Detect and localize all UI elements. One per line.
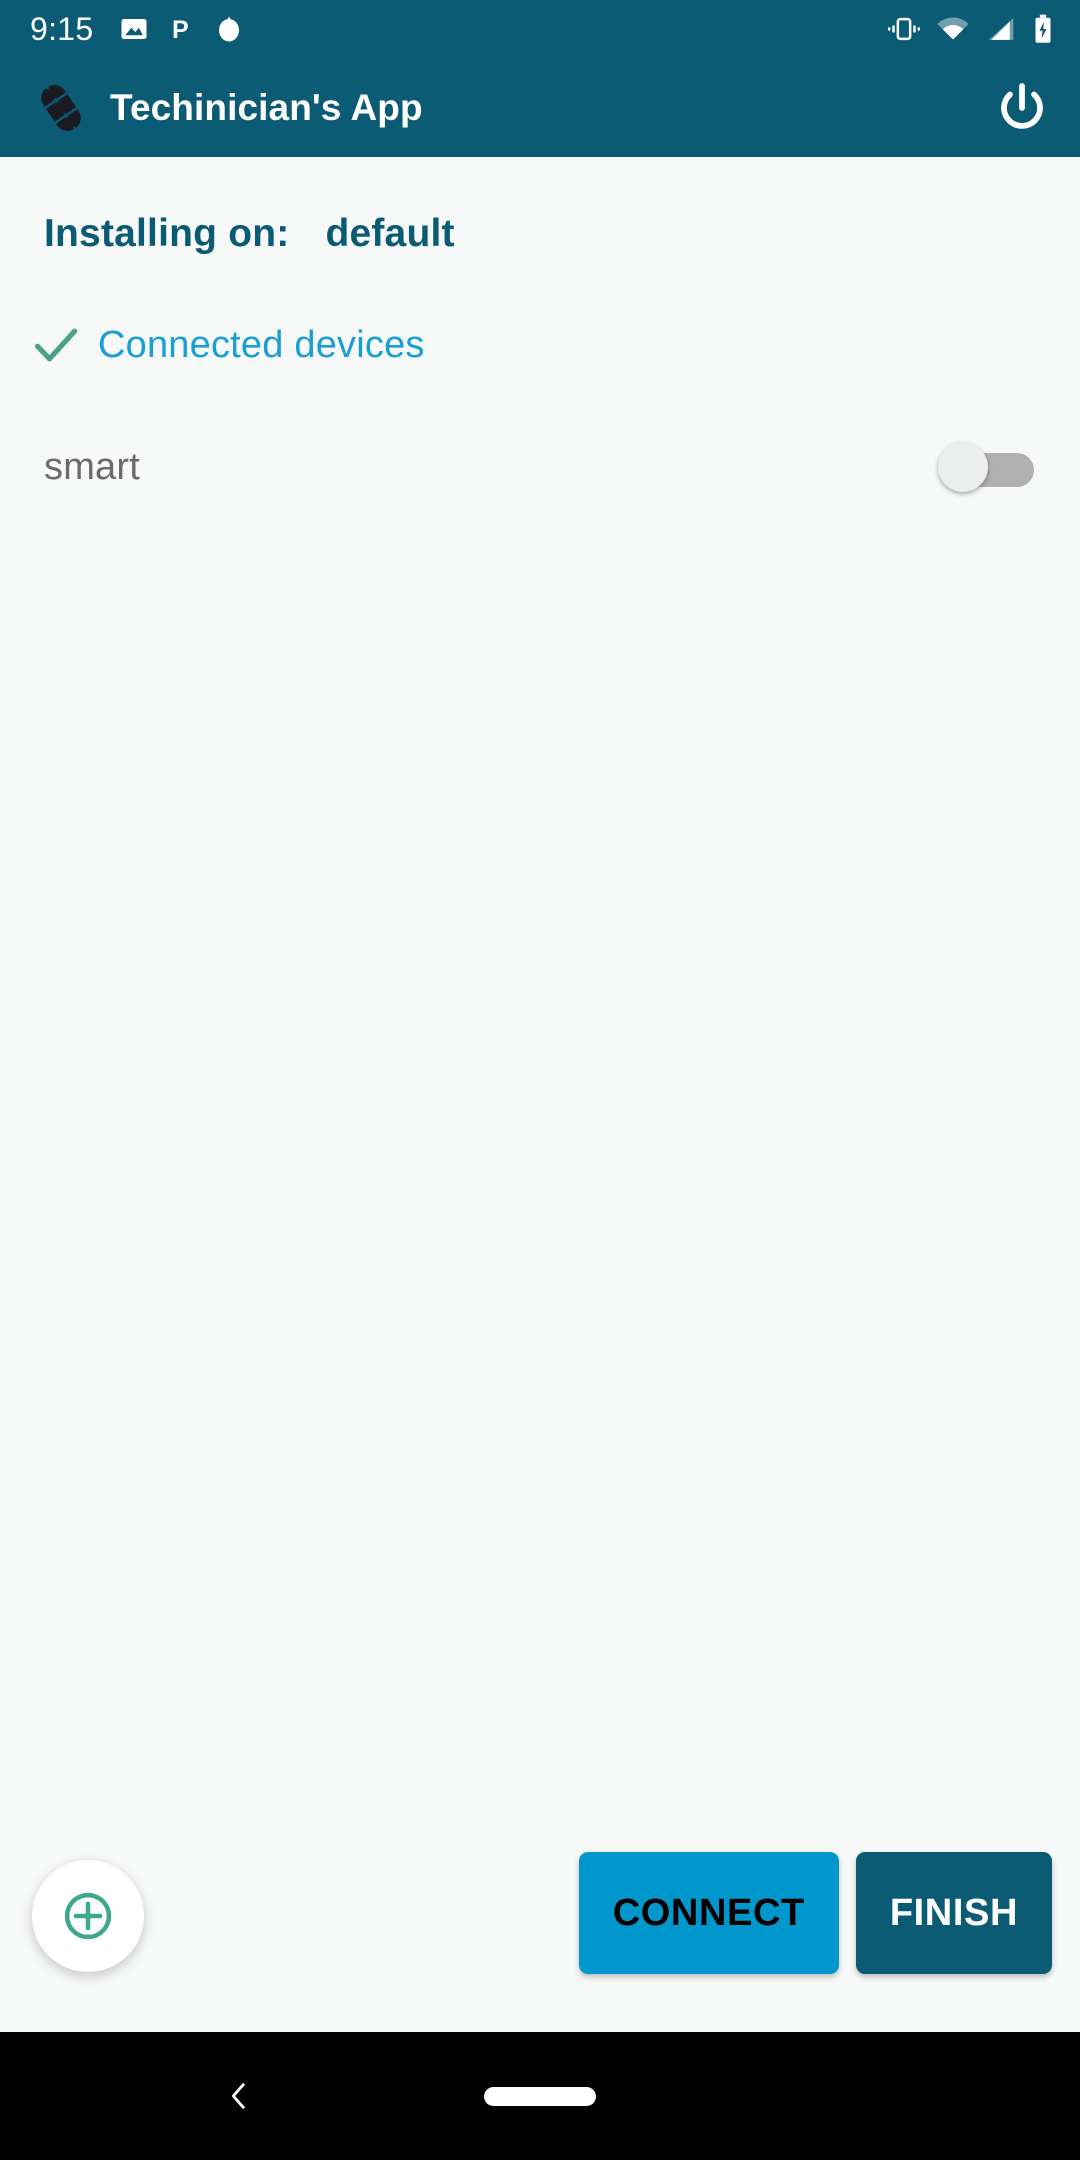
home-pill-icon[interactable]: [484, 2087, 596, 2106]
image-icon: [121, 19, 147, 39]
check-icon: [34, 328, 78, 362]
connect-button[interactable]: CONNECT: [578, 1852, 839, 1974]
droplet-icon: [219, 16, 240, 42]
action-buttons: CONNECT FINISH: [578, 1852, 1052, 1974]
add-device-fab[interactable]: [32, 1860, 144, 1972]
status-notification-icons: P: [119, 14, 243, 44]
toggle-thumb: [938, 442, 988, 492]
connected-devices-label: Connected devices: [98, 323, 425, 366]
status-bar: 9:15 P: [0, 0, 1080, 58]
system-navigation-bar: [0, 2032, 1080, 2160]
device-name: smart: [44, 445, 140, 488]
add-circle-icon: [64, 1892, 112, 1940]
svg-text:P: P: [172, 16, 189, 44]
connected-devices-header: Connected devices: [30, 319, 425, 371]
installing-on-row: Installing on: default: [44, 212, 455, 256]
bottom-action-bar: CONNECT FINISH: [0, 1842, 1080, 2032]
app-title: Techinician's App: [110, 86, 423, 128]
phone-screen: 9:15 P Techinician's App Installing on: …: [0, 0, 1080, 2160]
content-area: Installing on: default Connected devices…: [0, 157, 1080, 2032]
wifi-icon: [937, 17, 969, 40]
power-icon[interactable]: [992, 78, 1052, 138]
status-clock: 9:15: [30, 11, 94, 47]
cellular-signal-icon: [988, 18, 1014, 40]
finish-button[interactable]: FINISH: [855, 1852, 1052, 1974]
installing-on-label: Installing on:: [44, 212, 290, 255]
p-icon: P: [172, 16, 189, 44]
device-toggle[interactable]: [938, 439, 1034, 495]
app-logo-icon: [41, 84, 81, 131]
status-system-icons: [888, 14, 1054, 44]
installing-on-value: default: [325, 212, 455, 255]
vibrate-icon: [888, 17, 920, 41]
list-item[interactable]: smart: [0, 407, 1080, 527]
app-bar: Techinician's App: [0, 58, 1080, 157]
back-chevron-icon[interactable]: [222, 2079, 256, 2113]
battery-charging-icon: [1035, 14, 1051, 43]
